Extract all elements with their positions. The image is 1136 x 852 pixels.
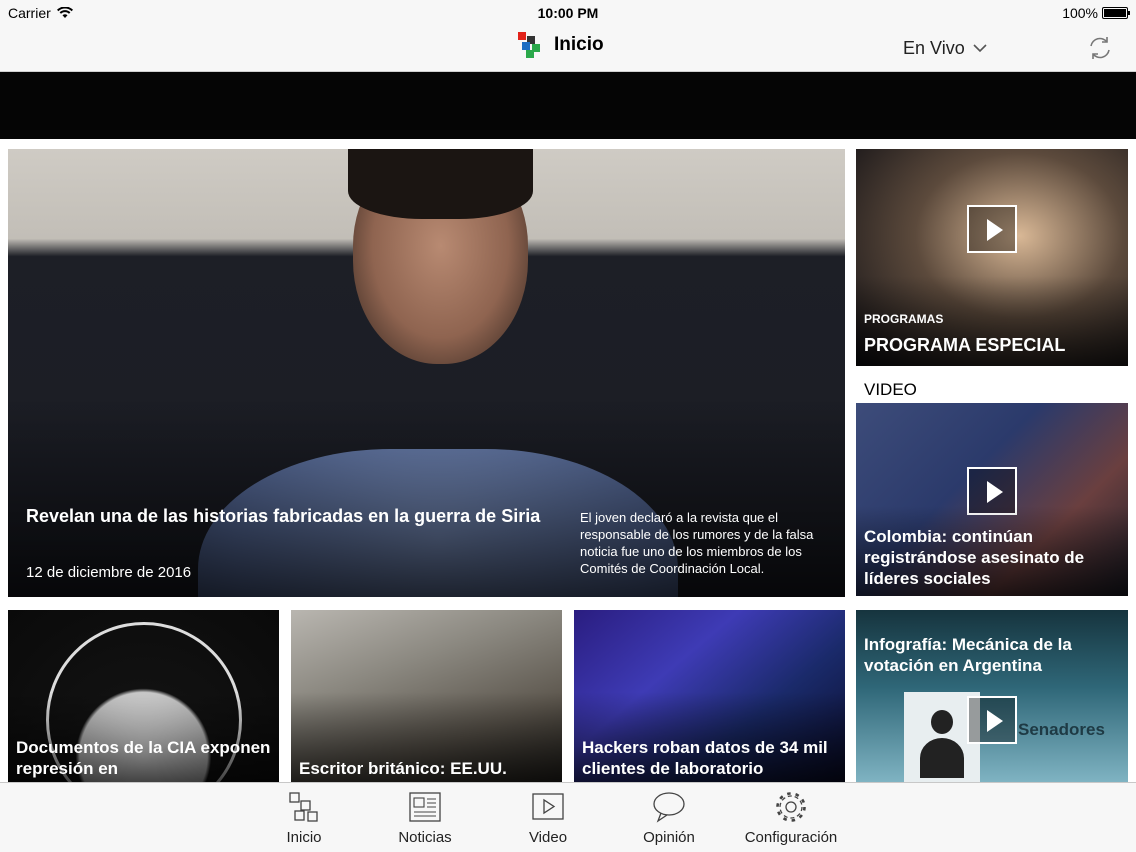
carrier-info: Carrier [8,5,73,21]
tab-bar: Inicio Noticias Video Opinión Configurac… [0,782,1136,852]
tab-label: Noticias [398,829,452,846]
card-title: Hackers roban datos de 34 mil clientes d… [582,738,828,778]
video-section-label: VIDEO [864,380,917,399]
card-title: Documentos de la CIA exponen represión e… [16,738,271,778]
tab-label: Video [528,829,568,846]
live-stream-banner[interactable] [0,72,1136,139]
gear-icon [776,792,806,822]
live-selector[interactable]: En Vivo [903,38,987,59]
page-title: Inicio [554,34,604,55]
nav-title-group: Inicio [518,32,604,58]
video-card-colombia[interactable]: Colombia: continúan registrándose asesin… [856,403,1128,596]
battery-info: 100% [1062,5,1130,21]
infographic-overlay-text: Senadores [1018,720,1105,739]
newspaper-icon [409,792,441,822]
home-network-icon [289,792,318,822]
hero-story-card[interactable]: Revelan una de las historias fabricadas … [8,149,845,597]
tab-opinion[interactable]: Opinión [614,791,724,846]
navigation-bar: Inicio En Vivo [0,26,1136,72]
live-selector-label: En Vivo [903,38,965,58]
infographic-card[interactable]: Infografía: Mecánica de la votación en A… [856,610,1128,782]
hero-image-hair [348,149,533,219]
news-card-escritor[interactable]: Escritor británico: EE.UU. [291,610,562,782]
refresh-icon[interactable] [1086,34,1114,62]
telesur-logo-icon [518,32,544,58]
speech-bubble-icon [653,792,685,823]
play-icon[interactable] [967,205,1017,253]
tab-inicio[interactable]: Inicio [249,791,359,846]
tab-noticias[interactable]: Noticias [370,791,480,846]
hero-title: Revelan una de las historias fabricadas … [26,506,541,526]
app-screen: Carrier 10:00 PM 100% Inicio En Vivo Rev… [0,0,1136,852]
tab-label: Opinión [643,829,695,846]
program-title: PROGRAMA ESPECIAL [864,335,1066,355]
card-title: Escritor británico: EE.UU. [299,759,507,778]
tab-configuracion[interactable]: Configuración [736,791,846,846]
video-title: Colombia: continúan registrándose asesin… [864,527,1085,588]
play-icon[interactable] [967,696,1017,744]
battery-level [1104,9,1126,17]
infographic-title: Infografía: Mecánica de la votación en A… [864,635,1072,675]
tab-label: Configuración [744,829,838,846]
status-bar: Carrier 10:00 PM 100% [0,0,1136,26]
hero-date: 12 de diciembre de 2016 [26,564,192,581]
chevron-down-icon [973,44,987,53]
tab-label: Inicio [286,829,322,846]
carrier-label: Carrier [8,5,51,21]
battery-percent: 100% [1062,5,1098,21]
video-play-icon [532,793,564,820]
program-category: PROGRAMAS [864,312,944,326]
tab-video[interactable]: Video [493,791,603,846]
news-card-cia[interactable]: Documentos de la CIA exponen represión e… [8,610,279,782]
news-card-hackers[interactable]: Hackers roban datos de 34 mil clientes d… [574,610,845,782]
program-card[interactable]: PROGRAMAS PROGRAMA ESPECIAL [856,149,1128,366]
hero-summary: El joven declaró a la revista que el res… [580,510,814,576]
status-time: 10:00 PM [537,5,599,21]
battery-icon [1102,7,1130,19]
wifi-icon [56,7,73,18]
